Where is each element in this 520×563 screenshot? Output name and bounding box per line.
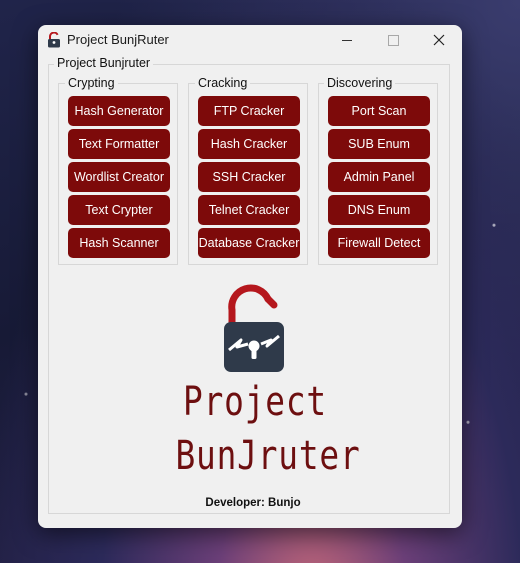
logo-text-line1: Project <box>183 379 327 425</box>
ftp-cracker-button[interactable]: FTP Cracker <box>198 96 300 126</box>
window-title: Project BunjRuter <box>67 32 169 47</box>
app-window: Project BunjRuter Project Bunjruter Cryp… <box>38 25 462 528</box>
cracking-label: Cracking <box>195 76 251 90</box>
lock-icon <box>48 32 60 48</box>
close-icon <box>433 34 445 46</box>
logo-text-line2: BunJruter <box>175 433 361 479</box>
ssh-cracker-button[interactable]: SSH Cracker <box>198 162 300 192</box>
wordlist-creator-button[interactable]: Wordlist Creator <box>68 162 170 192</box>
crypting-label: Crypting <box>65 76 118 90</box>
firewall-detect-button[interactable]: Firewall Detect <box>328 228 430 258</box>
port-scan-button[interactable]: Port Scan <box>328 96 430 126</box>
title-bar[interactable]: Project BunjRuter <box>38 25 462 55</box>
main-group-label: Project Bunjruter <box>54 56 154 70</box>
hash-generator-button[interactable]: Hash Generator <box>68 96 170 126</box>
maximize-icon <box>387 34 399 46</box>
maximize-button[interactable] <box>370 25 416 55</box>
dns-enum-button[interactable]: DNS Enum <box>328 195 430 225</box>
discovering-label: Discovering <box>324 76 396 90</box>
text-crypter-button[interactable]: Text Crypter <box>68 195 170 225</box>
minimize-icon <box>342 39 352 41</box>
telnet-cracker-button[interactable]: Telnet Cracker <box>198 195 300 225</box>
developer-credit: Developer: Bunjo <box>205 497 301 509</box>
text-formatter-button[interactable]: Text Formatter <box>68 129 170 159</box>
sub-enum-button[interactable]: SUB Enum <box>328 129 430 159</box>
admin-panel-button[interactable]: Admin Panel <box>328 162 430 192</box>
broken-padlock-icon <box>224 284 284 372</box>
close-button[interactable] <box>416 25 462 55</box>
database-cracker-button[interactable]: Database Cracker <box>198 228 300 258</box>
hash-cracker-button[interactable]: Hash Cracker <box>198 129 300 159</box>
minimize-button[interactable] <box>324 25 370 55</box>
hash-scanner-button[interactable]: Hash Scanner <box>68 228 170 258</box>
